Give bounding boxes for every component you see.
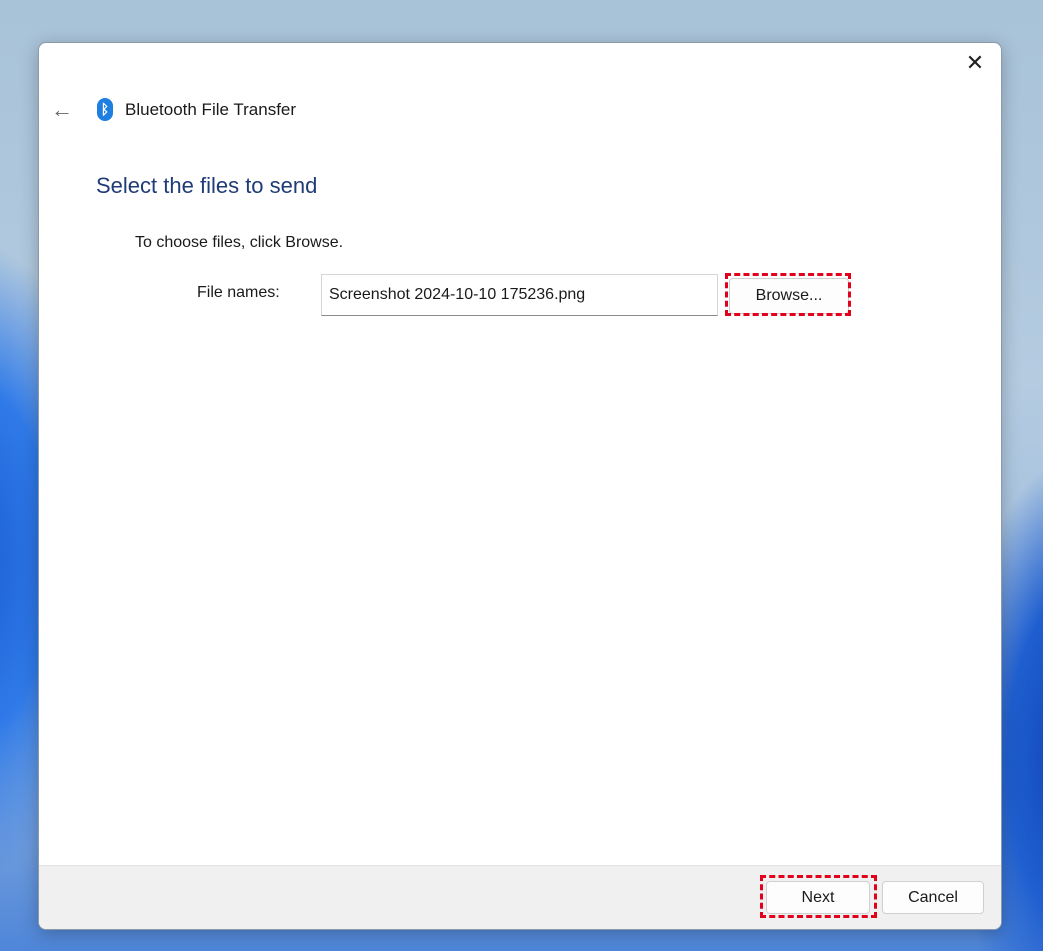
cancel-button[interactable]: Cancel — [882, 881, 984, 914]
file-names-input[interactable] — [321, 274, 718, 316]
window-title: Bluetooth File Transfer — [125, 100, 297, 119]
instruction-text: To choose files, click Browse. — [135, 234, 344, 251]
browse-highlight — [725, 273, 851, 316]
next-highlight — [760, 875, 877, 918]
page-title: Select the files to send — [96, 173, 318, 198]
back-arrow-icon[interactable]: ← — [51, 97, 73, 123]
bluetooth-file-transfer-dialog: ✕ ← ᛒ Bluetooth File Transfer Select the… — [38, 42, 1002, 930]
file-names-label: File names: — [197, 284, 280, 301]
close-icon[interactable]: ✕ — [963, 51, 987, 75]
bluetooth-icon: ᛒ — [97, 98, 113, 121]
